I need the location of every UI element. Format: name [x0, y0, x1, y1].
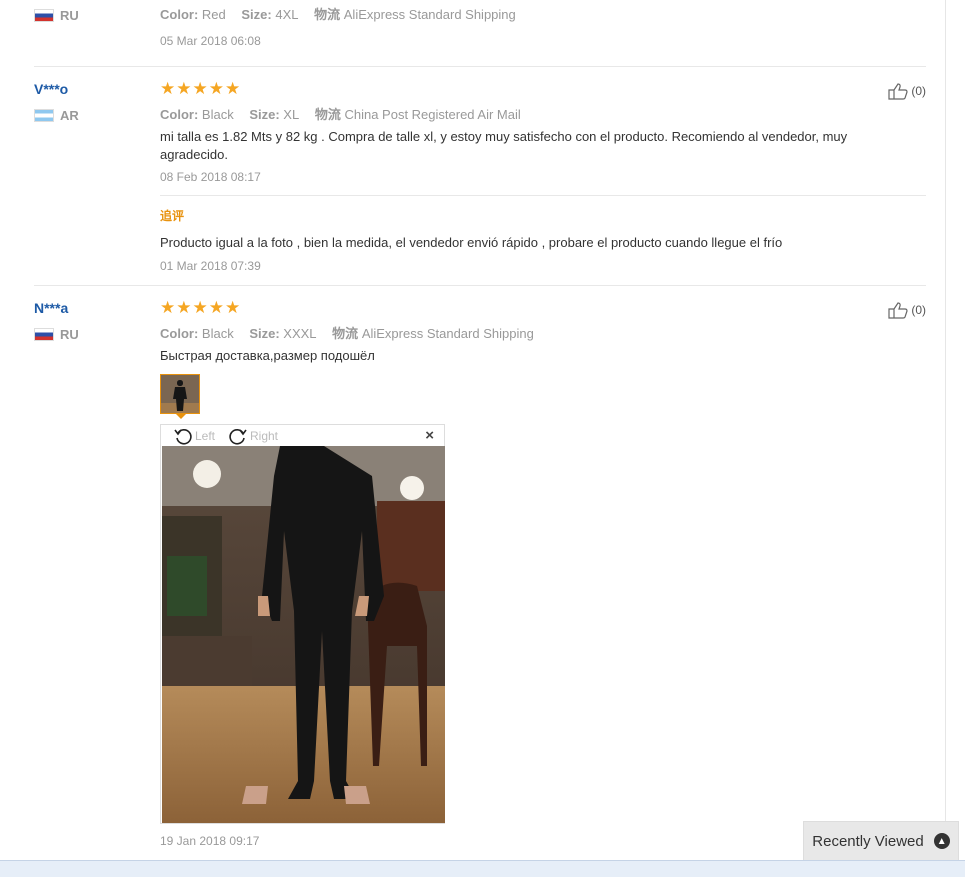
star-icon: ★ — [176, 298, 192, 317]
followup-text: Producto igual a la foto , bien la medid… — [160, 235, 783, 250]
review-divider — [34, 66, 926, 67]
reviewer-country: RU — [34, 327, 79, 342]
star-icon: ★ — [160, 298, 176, 317]
thumbs-up-icon — [888, 83, 908, 100]
rotate-left-icon — [174, 429, 192, 445]
rotate-right-button[interactable]: Right — [228, 427, 278, 445]
star-icon: ★ — [176, 79, 192, 98]
review-photo-thumbnail[interactable] — [160, 374, 200, 414]
helpful-button[interactable]: (0) — [887, 301, 926, 319]
rotate-right-icon — [229, 429, 247, 445]
star-icon: ★ — [160, 79, 176, 98]
star-icon: ★ — [208, 298, 224, 317]
close-viewer-button[interactable]: × — [425, 427, 434, 444]
followup-date: 01 Mar 2018 07:39 — [160, 259, 261, 273]
reviewer-name[interactable]: V***o — [34, 81, 68, 97]
flag-ru-icon — [34, 9, 54, 22]
star-icon: ★ — [208, 79, 224, 98]
thumbnail-caret — [176, 414, 186, 419]
review-attributes: Color: Black Size: XXXL 物流 AliExpress St… — [160, 326, 534, 341]
recently-viewed-button[interactable]: Recently Viewed ▲ — [803, 821, 959, 861]
review-attributes: Color: Red Size: 4XL 物流 AliExpress Stand… — [160, 7, 516, 22]
star-icon: ★ — [225, 79, 241, 98]
star-rating: ★ ★ ★ ★ ★ — [160, 298, 241, 317]
reviewer-name[interactable]: N***a — [34, 300, 68, 316]
followup-label: 追评 — [160, 209, 185, 223]
review-attributes: Color: Black Size: XL 物流 China Post Regi… — [160, 107, 521, 122]
star-icon: ★ — [192, 298, 208, 317]
flag-ru-icon — [34, 328, 54, 341]
thumbs-up-icon — [888, 302, 908, 319]
flag-ar-icon — [34, 109, 54, 122]
star-icon: ★ — [192, 79, 208, 98]
rotate-left-button[interactable]: Left — [173, 427, 215, 445]
review-date: 19 Jan 2018 09:17 — [160, 834, 260, 848]
review-date: 08 Feb 2018 08:17 — [160, 170, 261, 184]
person-photo-thumbnail — [161, 375, 199, 413]
review-text: mi talla es 1.82 Mts y 82 kg . Compra de… — [160, 129, 848, 162]
star-rating: ★ ★ ★ ★ ★ — [160, 79, 241, 98]
helpful-button[interactable]: (0) — [887, 82, 926, 100]
reviewer-country: AR — [34, 108, 79, 123]
followup-divider — [160, 195, 926, 196]
chevron-up-icon: ▲ — [933, 833, 950, 849]
reviewer-country: RU — [34, 8, 79, 23]
person-photo — [162, 446, 445, 823]
page-edge — [945, 0, 946, 860]
review-divider — [34, 285, 926, 286]
review-photo — [162, 446, 445, 823]
star-icon: ★ — [225, 298, 241, 317]
viewer-toolbar: Left Right × — [161, 425, 444, 445]
photo-viewer: Left Right × — [160, 424, 445, 824]
review-text: Быстрая доставка,размер подошёл — [160, 348, 375, 363]
reviews-page: RU Color: Red Size: 4XL 物流 AliExpress St… — [0, 0, 965, 860]
review-date: 05 Mar 2018 06:08 — [160, 34, 261, 48]
bottom-bar — [0, 860, 965, 877]
